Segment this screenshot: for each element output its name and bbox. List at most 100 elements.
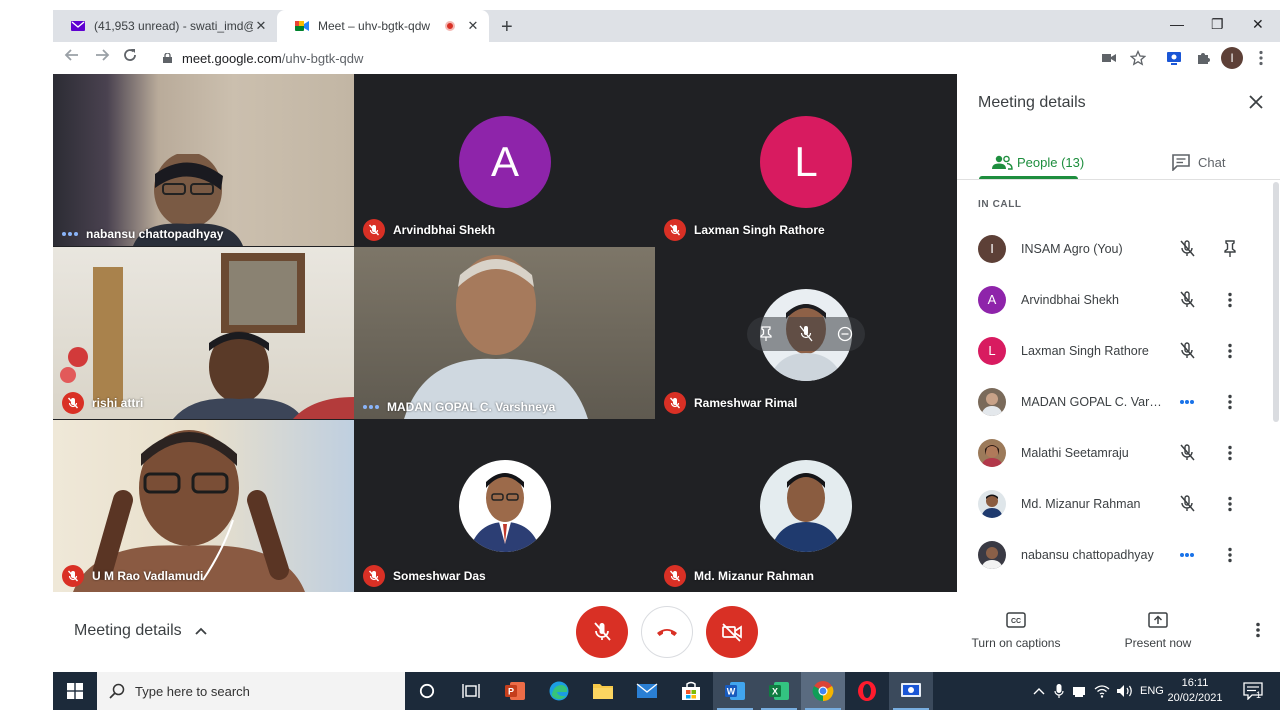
mic-off-icon (664, 565, 686, 587)
task-view-button[interactable] (449, 672, 493, 710)
tray-volume[interactable] (1116, 672, 1134, 710)
people-list: I INSAM Agro (You) A Arvindbhai Shekh L … (957, 223, 1280, 580)
svg-text:CC: CC (1011, 618, 1021, 625)
close-panel-button[interactable] (1249, 92, 1263, 115)
person-row[interactable]: I INSAM Agro (You) (957, 223, 1280, 274)
participant-tile[interactable]: rishi attri (53, 247, 354, 419)
more-options-icon[interactable] (1220, 341, 1240, 361)
present-now-button[interactable]: Present now (1108, 612, 1208, 650)
more-options-icon[interactable] (1220, 494, 1240, 514)
camera-in-use-icon[interactable] (1099, 48, 1119, 68)
taskbar-chrome[interactable] (801, 672, 845, 710)
participant-tile[interactable]: Someshwar Das (354, 420, 655, 592)
tray-network[interactable] (1094, 672, 1110, 710)
person-row[interactable]: Malathi Seetamraju (957, 427, 1280, 478)
screen-capture-extension-icon[interactable] (1164, 48, 1184, 68)
person-row[interactable]: L Laxman Singh Rathore (957, 325, 1280, 376)
taskbar-store[interactable] (669, 672, 713, 710)
cortana-button[interactable] (405, 672, 449, 710)
meeting-details-label: Meeting details (74, 622, 182, 639)
action-center-button[interactable]: 1 (1242, 672, 1264, 710)
participant-tile[interactable]: MADAN GOPAL C. Varshneya (354, 247, 655, 419)
bookmark-star-icon[interactable] (1128, 48, 1148, 68)
taskbar-word[interactable]: W (713, 672, 757, 710)
speaking-indicator-icon (62, 232, 78, 236)
speaker-icon (1117, 685, 1132, 697)
url-path: /uhv-bgtk-qdw (281, 50, 364, 66)
close-window-button[interactable]: ✕ (1252, 16, 1264, 33)
new-tab-button[interactable]: + (501, 16, 513, 39)
pin-icon[interactable] (1220, 239, 1240, 259)
tray-microphone[interactable] (1054, 672, 1064, 710)
tab-meet[interactable]: Meet – uhv-bgtk-qdw ✕ (277, 10, 489, 42)
taskbar-powerpoint[interactable]: P (493, 672, 537, 710)
mic-off-icon (1177, 443, 1197, 463)
more-options-icon[interactable] (1220, 443, 1240, 463)
more-options-icon[interactable] (1220, 392, 1240, 412)
taskbar-excel[interactable]: X (757, 672, 801, 710)
person-row[interactable]: Md. Mizanur Rahman (957, 478, 1280, 529)
person-row[interactable]: nabansu chattopadhyay (957, 529, 1280, 580)
profile-avatar[interactable]: I (1221, 47, 1243, 69)
start-button[interactable] (53, 672, 97, 710)
reload-button[interactable] (122, 47, 138, 68)
participant-tile[interactable]: Rameshwar Rimal (655, 247, 957, 419)
participant-tile[interactable]: L Laxman Singh Rathore (655, 74, 957, 246)
tab-yahoo-mail[interactable]: (41,953 unread) - swati_imd@yah ✕ (53, 10, 277, 42)
participant-tile[interactable]: A Arvindbhai Shekh (354, 74, 655, 246)
participant-tile[interactable]: Md. Mizanur Rahman (655, 420, 957, 592)
tray-usb[interactable] (1072, 672, 1086, 710)
maximize-button[interactable]: ❐ (1211, 16, 1224, 33)
captions-button[interactable]: CC Turn on captions (966, 612, 1066, 650)
person-name: Md. Mizanur Rahman (1021, 496, 1141, 511)
scrollbar[interactable] (1273, 182, 1279, 422)
camera-off-icon (722, 623, 742, 642)
participant-tile[interactable]: U M Rao Vadlamudi (53, 420, 354, 592)
notification-count: 1 (1256, 690, 1262, 700)
taskbar-mail[interactable] (625, 672, 669, 710)
meeting-details-toggle[interactable]: Meeting details (74, 622, 208, 640)
more-options-icon[interactable] (1220, 290, 1240, 310)
minimize-button[interactable]: — (1170, 16, 1184, 32)
person-row[interactable]: MADAN GOPAL C. Varshneya (957, 376, 1280, 427)
address-bar[interactable]: meet.google.com/uhv-bgtk-qdw (153, 45, 1128, 71)
remove-participant-icon[interactable] (837, 326, 853, 342)
more-options-icon[interactable] (1220, 545, 1240, 565)
tab-close-icon[interactable]: ✕ (253, 18, 269, 34)
leave-call-button[interactable] (641, 606, 693, 658)
edge-browser-icon (549, 681, 569, 701)
participant-name-text: nabansu chattopadhyay (86, 227, 224, 241)
person-name: nabansu chattopadhyay (1021, 547, 1154, 562)
people-tab-label: People (13) (1017, 154, 1085, 170)
taskbar-screen-capture[interactable] (889, 672, 933, 710)
forward-button[interactable] (94, 47, 110, 68)
taskbar-search-box[interactable]: Type here to search (97, 672, 405, 710)
person-row[interactable]: A Arvindbhai Shekh (957, 274, 1280, 325)
taskbar-clock[interactable]: 16:11 20/02/2021 (1160, 676, 1230, 706)
extensions-puzzle-icon[interactable] (1193, 48, 1213, 68)
taskbar-file-explorer[interactable] (581, 672, 625, 710)
pin-icon[interactable] (759, 326, 773, 342)
chevron-up-icon (194, 627, 207, 635)
people-icon (992, 155, 1013, 170)
more-vert-icon (1256, 622, 1260, 638)
tab-close-icon[interactable]: ✕ (465, 18, 481, 34)
lock-icon (163, 53, 172, 63)
opera-icon (858, 681, 876, 701)
url-host: meet.google.com (182, 50, 282, 66)
participant-tile[interactable]: nabansu chattopadhyay (53, 74, 354, 246)
mute-participant-icon[interactable] (799, 325, 813, 343)
tab-strip: (41,953 unread) - swati_imd@yah ✕ Meet –… (53, 10, 1280, 42)
back-button[interactable] (64, 47, 80, 68)
taskbar-edge[interactable] (537, 672, 581, 710)
taskbar-opera[interactable] (845, 672, 889, 710)
microphone-toggle-button[interactable] (576, 606, 628, 658)
browser-toolbar: meet.google.com/uhv-bgtk-qdw I (53, 42, 1280, 74)
more-options-button[interactable] (1256, 622, 1260, 643)
tab-people[interactable]: People (13) (991, 144, 1084, 180)
windows-logo-icon (67, 683, 83, 699)
camera-toggle-button[interactable] (706, 606, 758, 658)
tray-chevron[interactable] (1033, 672, 1045, 710)
browser-menu-icon[interactable] (1251, 48, 1271, 68)
tab-chat[interactable]: Chat (1171, 144, 1225, 180)
